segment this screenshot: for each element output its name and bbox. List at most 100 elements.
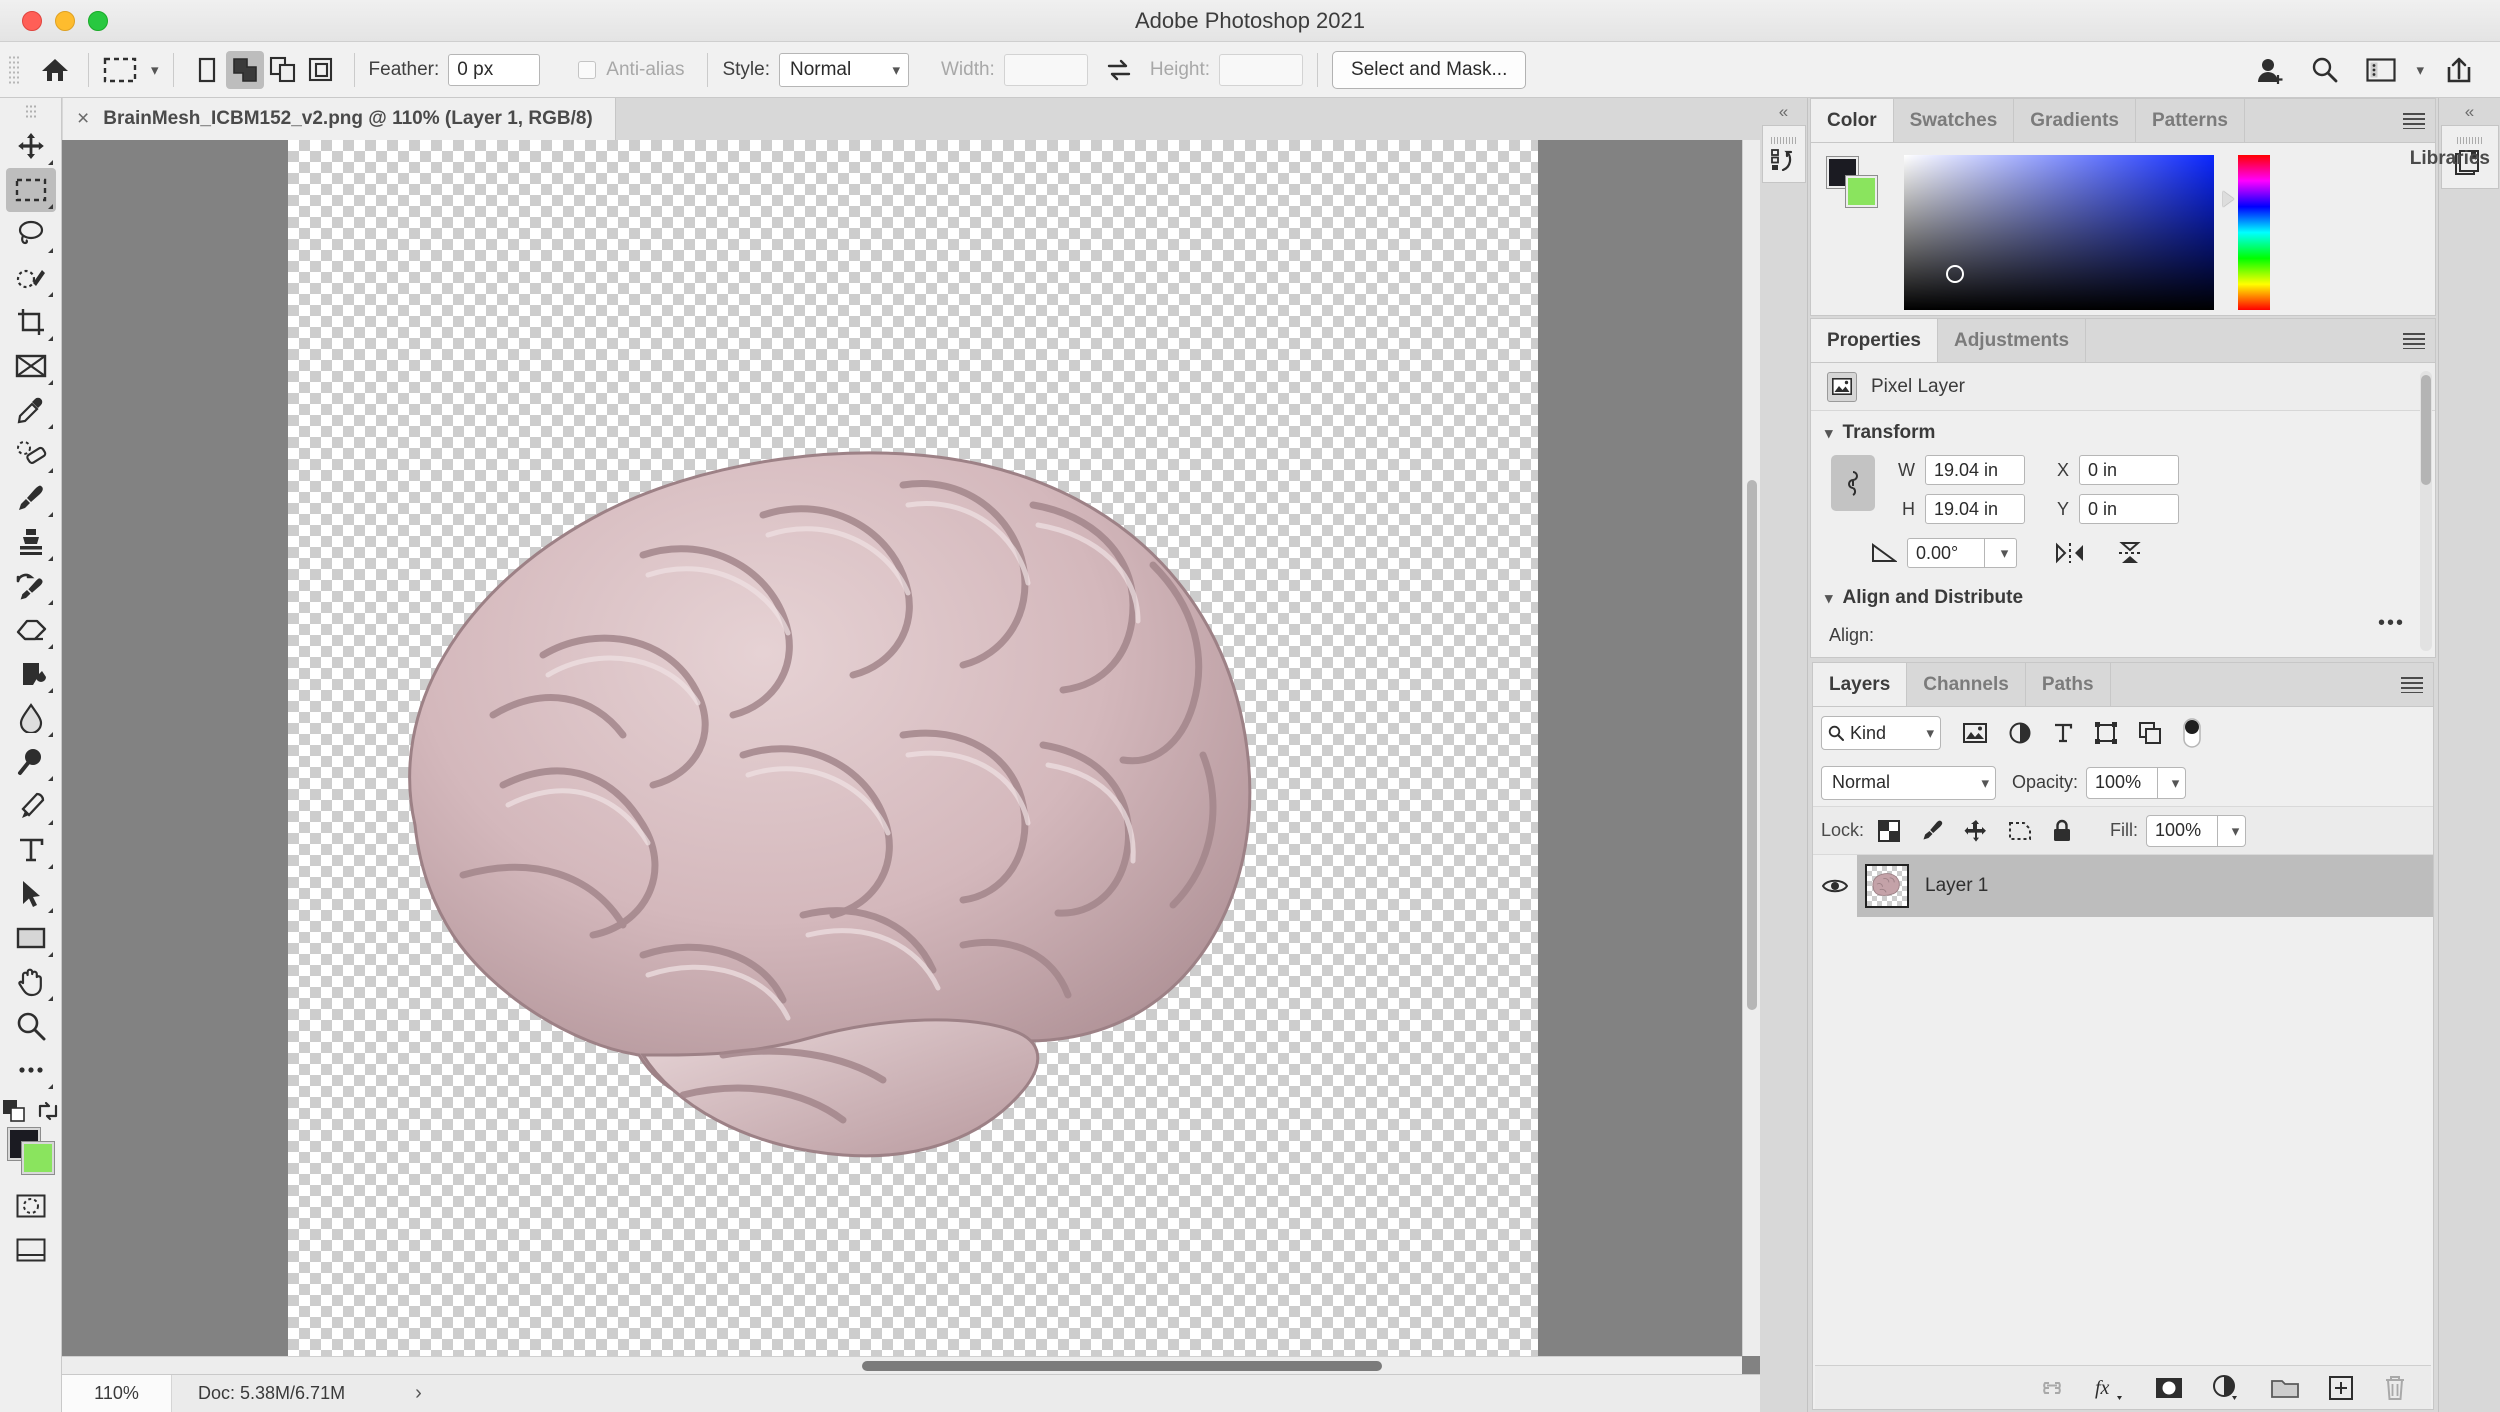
- opacity-stepper[interactable]: ▾: [2158, 766, 2187, 799]
- chevron-down-icon[interactable]: ▾: [2416, 61, 2424, 79]
- lock-position-icon[interactable]: [1964, 819, 1988, 843]
- edit-toolbar-tool[interactable]: [6, 1048, 56, 1092]
- screen-mode-icon[interactable]: [6, 1228, 56, 1272]
- anti-alias-checkbox[interactable]: [578, 60, 597, 79]
- align-section-header[interactable]: ▾ Align and Distribute: [1811, 576, 2435, 620]
- fill-input[interactable]: 100%: [2146, 814, 2219, 847]
- tab-color[interactable]: Color: [1811, 99, 1894, 142]
- canvas-horizontal-scrollbar[interactable]: [62, 1356, 1742, 1374]
- color-panel-swatches[interactable]: [1826, 156, 1878, 208]
- subtract-from-selection-button[interactable]: [264, 51, 302, 89]
- blend-mode-select[interactable]: Normal ▾: [1821, 765, 1996, 800]
- filter-type-icon[interactable]: [2053, 722, 2073, 744]
- status-zoom-level[interactable]: 110%: [62, 1375, 172, 1412]
- rectangular-marquee-tool[interactable]: [5, 168, 56, 212]
- canvas-vertical-scrollbar[interactable]: [1742, 140, 1760, 1356]
- path-selection-tool[interactable]: [6, 872, 56, 916]
- tab-properties[interactable]: Properties: [1811, 319, 1938, 362]
- type-tool[interactable]: [6, 828, 56, 872]
- tab-patterns[interactable]: Patterns: [2135, 99, 2245, 142]
- align-more-options[interactable]: •••: [2378, 612, 2405, 635]
- hue-slider[interactable]: [2238, 155, 2270, 310]
- default-colors-icon[interactable]: [2, 1100, 25, 1122]
- layer-thumbnail[interactable]: [1865, 864, 1909, 908]
- lock-image-pixels-icon[interactable]: [1920, 819, 1944, 843]
- eraser-tool[interactable]: [6, 608, 56, 652]
- brush-tool[interactable]: [6, 476, 56, 520]
- new-group-icon[interactable]: [2271, 1377, 2299, 1399]
- spot-healing-brush-tool[interactable]: [6, 432, 56, 476]
- height-input[interactable]: 19.04 in: [1925, 494, 2025, 524]
- crop-tool[interactable]: [6, 300, 56, 344]
- layer-style-fx-icon[interactable]: fx: [2095, 1375, 2125, 1401]
- pen-tool[interactable]: [6, 784, 56, 828]
- eyedropper-tool[interactable]: [6, 388, 56, 432]
- width-input[interactable]: [1003, 53, 1088, 86]
- tools-panel-grip[interactable]: [25, 104, 36, 120]
- background-color-swatch[interactable]: [20, 1141, 55, 1175]
- canvas-area[interactable]: [62, 140, 1760, 1374]
- width-input[interactable]: 19.04 in: [1925, 455, 2025, 485]
- blur-tool[interactable]: [6, 696, 56, 740]
- options-bar-grip[interactable]: [8, 54, 20, 85]
- color-swatches[interactable]: [6, 1127, 55, 1175]
- panel-menu-icon[interactable]: [2403, 319, 2425, 362]
- artboard[interactable]: [288, 140, 1538, 1374]
- table-row[interactable]: Layer 1: [1813, 855, 2433, 917]
- workspace-icon[interactable]: [2362, 51, 2400, 89]
- opacity-input[interactable]: 100%: [2086, 766, 2159, 799]
- clone-stamp-tool[interactable]: [6, 520, 56, 564]
- intersect-with-selection-button[interactable]: [302, 51, 340, 89]
- dodge-tool[interactable]: [6, 740, 56, 784]
- collapse-panels-icon[interactable]: «: [1779, 98, 1788, 123]
- flip-vertical-icon[interactable]: [2115, 541, 2145, 565]
- hue-slider-marker[interactable]: [2223, 191, 2234, 207]
- document-tab[interactable]: × BrainMesh_ICBM152_v2.png @ 110% (Layer…: [63, 98, 616, 140]
- lock-artboard-icon[interactable]: [2008, 820, 2032, 842]
- lock-transparent-pixels-icon[interactable]: [1878, 819, 1901, 842]
- home-icon[interactable]: [36, 51, 74, 89]
- share-icon[interactable]: [2440, 51, 2478, 89]
- object-selection-tool[interactable]: [6, 256, 56, 300]
- link-layers-icon[interactable]: [2039, 1380, 2065, 1396]
- rectangle-tool[interactable]: [6, 916, 56, 960]
- scrollbar-thumb[interactable]: [1747, 480, 1757, 1010]
- lock-all-icon[interactable]: [2052, 819, 2072, 843]
- zoom-tool[interactable]: [6, 1004, 56, 1048]
- background-color-swatch[interactable]: [1845, 175, 1878, 208]
- filter-toggle-switch[interactable]: [2183, 718, 2201, 748]
- close-icon[interactable]: ×: [77, 107, 89, 131]
- x-input[interactable]: 0 in: [2079, 455, 2179, 485]
- color-spectrum-field[interactable]: [1904, 155, 2214, 310]
- lasso-tool[interactable]: [6, 212, 56, 256]
- panel-menu-icon[interactable]: [2401, 663, 2423, 706]
- tab-paths[interactable]: Paths: [2025, 663, 2111, 706]
- filter-shape-icon[interactable]: [2095, 722, 2117, 744]
- color-picker-cursor[interactable]: [1946, 265, 1964, 283]
- move-tool[interactable]: [6, 124, 56, 168]
- new-layer-icon[interactable]: [2329, 1375, 2353, 1400]
- filter-adjustment-icon[interactable]: [2009, 722, 2031, 744]
- layer-visibility-toggle[interactable]: [1813, 877, 1857, 895]
- new-fill-adjustment-layer-icon[interactable]: [2213, 1374, 2241, 1401]
- new-selection-button[interactable]: [188, 51, 226, 89]
- delete-layer-icon[interactable]: [2383, 1375, 2407, 1401]
- swap-colors-icon[interactable]: [37, 1100, 59, 1122]
- height-input[interactable]: [1219, 53, 1304, 86]
- status-doc-size[interactable]: Doc: 5.38M/6.71M ›: [172, 1375, 448, 1412]
- tool-preset-picker[interactable]: ▾: [103, 56, 159, 84]
- flip-horizontal-icon[interactable]: [2055, 541, 2085, 565]
- fill-stepper[interactable]: ▾: [2218, 814, 2247, 847]
- feather-input[interactable]: 0 px: [448, 53, 541, 86]
- add-user-icon[interactable]: [2252, 51, 2290, 89]
- scrollbar-thumb[interactable]: [862, 1361, 1382, 1371]
- collapse-panels-icon[interactable]: «: [2465, 98, 2474, 123]
- layer-name[interactable]: Layer 1: [1925, 875, 1988, 897]
- status-expand-icon[interactable]: ›: [415, 1382, 422, 1405]
- add-layer-mask-icon[interactable]: [2155, 1377, 2183, 1399]
- gradient-tool[interactable]: [6, 652, 56, 696]
- filter-smart-object-icon[interactable]: [2139, 722, 2161, 744]
- chevron-down-icon[interactable]: ▾: [151, 61, 159, 79]
- transform-section-header[interactable]: ▾ Transform: [1811, 411, 2435, 455]
- add-to-selection-button[interactable]: [225, 50, 264, 89]
